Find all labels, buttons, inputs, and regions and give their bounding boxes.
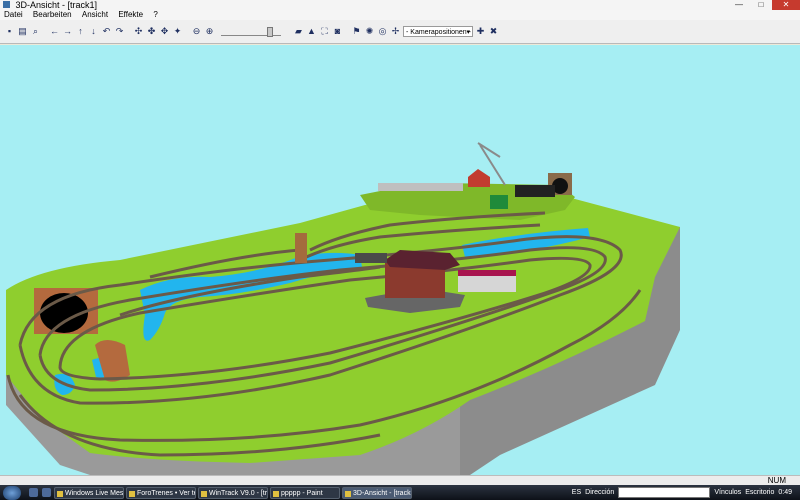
add-camera-icon[interactable]: ✚ [475, 26, 486, 37]
menu-bearbeiten[interactable]: Bearbeiten [33, 10, 72, 19]
3d-viewport[interactable] [0, 45, 800, 475]
signal-icon[interactable]: ⚑ [351, 26, 362, 37]
light-icon[interactable]: ✺ [364, 26, 375, 37]
arrow-left-icon[interactable]: ← [49, 26, 60, 37]
system-tray: ES Dirección Vínculos Escritorio 0:49 [572, 485, 800, 500]
address-input[interactable] [618, 487, 711, 498]
toolbar: ▪ ▤ ⌕ ← → ↑ ↓ ↶ ↷ ✣ ✤ ✥ ✦ ⊖ ⊕ ▰ ▲ ⛶ ◙ ⚑ … [0, 20, 800, 44]
task-3d-ansicht[interactable]: 3D-Ansicht - [track1] [342, 486, 412, 499]
task-windows-live[interactable]: Windows Live Mess... [54, 486, 124, 499]
task-wintrack[interactable]: WinTrack V9.0 - [tra... [198, 486, 268, 499]
title-bar: 3D-Ansicht - [track1] — □ ✕ [0, 0, 800, 10]
move-icon[interactable]: ✢ [390, 26, 401, 37]
passenger-train [378, 183, 463, 191]
address-label: Dirección [585, 489, 615, 496]
search-icon[interactable]: ⌕ [30, 26, 41, 37]
task-forotrenes[interactable]: ForoTrenes • Ver te... [126, 486, 196, 499]
vinculos-link[interactable]: Vínculos [714, 489, 741, 496]
close-button[interactable]: ✕ [772, 0, 800, 10]
maximize-button[interactable]: □ [750, 0, 772, 10]
menu-help[interactable]: ? [153, 10, 157, 19]
print-icon[interactable]: ▤ [17, 26, 28, 37]
minimize-button[interactable]: — [728, 0, 750, 10]
menu-datei[interactable]: Datei [4, 10, 23, 19]
layout-scene [6, 142, 680, 475]
quicklaunch-icon[interactable] [29, 488, 38, 497]
crane-base [490, 195, 508, 209]
train-icon[interactable]: ▰ [293, 26, 304, 37]
fly-icon[interactable]: ✤ [146, 26, 157, 37]
orbit-icon[interactable]: ✥ [159, 26, 170, 37]
quicklaunch-icon[interactable] [42, 488, 51, 497]
zoom-in-icon[interactable]: ⊕ [204, 26, 215, 37]
rotate-right-icon[interactable]: ↷ [114, 26, 125, 37]
save-icon[interactable]: ▪ [4, 26, 15, 37]
arrow-right-icon[interactable]: → [62, 26, 73, 37]
view-icon[interactable]: ◎ [377, 26, 388, 37]
steam-loco [515, 185, 555, 197]
start-button[interactable] [3, 485, 21, 500]
arrow-down-icon[interactable]: ↓ [88, 26, 99, 37]
small-shed [355, 253, 387, 263]
zoom-out-icon[interactable]: ⊖ [191, 26, 202, 37]
clock: 0:49 [778, 489, 792, 496]
escritorio-link[interactable]: Escritorio [745, 489, 774, 496]
remove-camera-icon[interactable]: ✖ [488, 26, 499, 37]
menu-bar: Datei Bearbeiten Ansicht Effekte ? [0, 10, 800, 20]
pan-icon[interactable]: ✦ [172, 26, 183, 37]
small-house [468, 169, 490, 187]
language-indicator[interactable]: ES [572, 489, 581, 496]
camera-icon[interactable]: ◙ [332, 26, 343, 37]
rotate-left-icon[interactable]: ↶ [101, 26, 112, 37]
walk-icon[interactable]: ✣ [133, 26, 144, 37]
fullscreen-icon[interactable]: ⛶ [319, 26, 330, 37]
taskbar: Windows Live Mess... ForoTrenes • Ver te… [0, 485, 800, 500]
task-paint[interactable]: ppppp - Paint [270, 486, 340, 499]
window-title: 3D-Ansicht - [track1] [15, 0, 98, 10]
camera-positions-select[interactable]: - Kamerapositionen - [403, 26, 473, 38]
station-roof [385, 250, 460, 270]
app-icon [3, 1, 10, 8]
zoom-slider[interactable] [221, 27, 281, 37]
rock-wall [295, 233, 307, 263]
terrain-icon[interactable]: ▲ [306, 26, 317, 37]
menu-effekte[interactable]: Effekte [118, 10, 143, 19]
arrow-up-icon[interactable]: ↑ [75, 26, 86, 37]
menu-ansicht[interactable]: Ansicht [82, 10, 108, 19]
